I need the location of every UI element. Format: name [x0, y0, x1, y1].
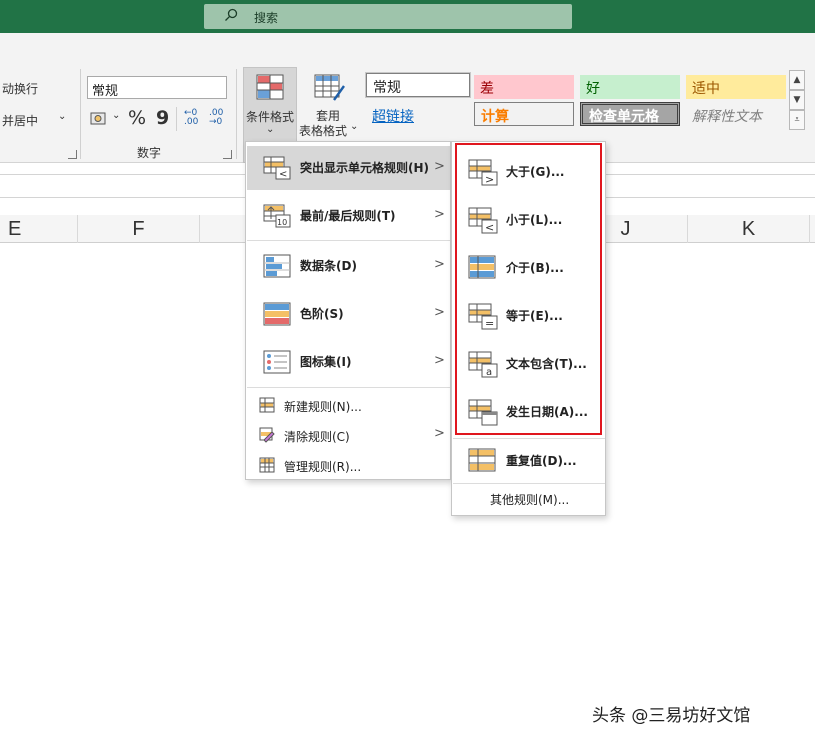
- chevron-right-icon: >: [434, 159, 445, 174]
- column-header-g[interactable]: [200, 215, 250, 243]
- submenu-item-more-rules[interactable]: 其他规则(M)...: [453, 485, 605, 515]
- style-hyperlink[interactable]: 超链接: [366, 103, 470, 127]
- style-normal[interactable]: 常规: [366, 73, 470, 97]
- menu-item-top-bottom-rules[interactable]: 10 最前/最后规则(T) >: [247, 194, 450, 238]
- format-as-table-label-2: 表格格式: [299, 124, 348, 138]
- chevron-right-icon: >: [434, 426, 445, 441]
- search-label: 搜索: [254, 11, 279, 25]
- column-header-k[interactable]: K: [688, 215, 810, 243]
- chevron-down-icon: ⌄: [350, 121, 359, 132]
- duplicate-values-icon: [468, 448, 496, 472]
- search-icon: [225, 8, 238, 21]
- manage-rules-icon: [259, 457, 275, 473]
- watermark: 头条 @三易坊好文馆: [592, 706, 751, 726]
- menu-item-label: 清除规则(C): [284, 430, 350, 444]
- percent-style-button[interactable]: %: [128, 107, 146, 129]
- style-good[interactable]: 好: [580, 75, 680, 99]
- increase-decimal-button[interactable]: ←0 .00: [184, 109, 204, 127]
- chevron-right-icon: >: [434, 207, 445, 222]
- column-header-e[interactable]: E: [0, 215, 78, 243]
- chevron-down-icon: ⌄: [266, 124, 275, 135]
- menu-item-label: 色阶(S): [300, 307, 344, 321]
- menu-item-label: 管理规则(R)...: [284, 460, 362, 474]
- svg-text:<: <: [279, 169, 287, 180]
- menu-item-manage-rules[interactable]: 管理规则(R)...: [247, 450, 450, 480]
- alignment-launcher-icon[interactable]: [68, 150, 77, 159]
- menu-item-label: 最前/最后规则(T): [300, 209, 396, 223]
- chevron-down-icon[interactable]: ⌄: [58, 111, 66, 122]
- wrap-text-button[interactable]: 动换行: [2, 80, 38, 97]
- separator: [236, 69, 237, 159]
- number-group-label: 数字: [137, 146, 162, 160]
- new-rule-icon: [259, 397, 275, 413]
- menu-item-label: 突出显示单元格规则(H): [300, 161, 430, 175]
- chevron-right-icon: >: [434, 353, 445, 368]
- gallery-down-icon[interactable]: ▼: [789, 90, 805, 110]
- comma-style-button[interactable]: 9: [156, 107, 169, 129]
- highlight-annotation-box: [455, 143, 602, 435]
- menu-item-highlight-rules[interactable]: < 突出显示单元格规则(H) >: [247, 146, 450, 190]
- menu-item-clear-rules[interactable]: 清除规则(C) >: [247, 420, 450, 450]
- menu-divider: [247, 387, 450, 388]
- submenu-item-label: 重复值(D)...: [506, 454, 577, 468]
- accounting-format-icon[interactable]: [90, 110, 108, 128]
- style-check-cell[interactable]: 检查单元格: [580, 102, 680, 126]
- conditional-formatting-label: 条件格式: [246, 110, 295, 124]
- menu-divider: [247, 240, 450, 241]
- menu-item-icon-sets[interactable]: 图标集(I) >: [247, 340, 450, 384]
- number-launcher-icon[interactable]: [223, 150, 232, 159]
- separator: [80, 69, 81, 159]
- title-bar: 搜索: [0, 0, 815, 33]
- chevron-right-icon: >: [434, 305, 445, 320]
- chevron-down-icon: ⌄: [92, 81, 101, 92]
- menu-item-data-bars[interactable]: 数据条(D) >: [247, 244, 450, 288]
- style-neutral[interactable]: 适中: [686, 75, 786, 99]
- menu-divider: [453, 483, 605, 484]
- style-calculation[interactable]: 计算: [474, 102, 574, 126]
- chevron-right-icon: >: [434, 257, 445, 272]
- conditional-formatting-icon: [256, 74, 284, 100]
- menu-item-label: 新建规则(N)...: [284, 400, 362, 414]
- decrease-decimal-button[interactable]: .00 →0: [209, 109, 229, 127]
- clear-rules-icon: [259, 427, 275, 443]
- number-format-select[interactable]: 常规 ⌄: [87, 76, 227, 99]
- menu-item-label: 图标集(I): [300, 355, 352, 369]
- submenu-item-duplicate-values[interactable]: 重复值(D)...: [453, 436, 605, 484]
- gallery-more-icon[interactable]: ⩡: [789, 110, 805, 130]
- separator: [176, 107, 177, 131]
- data-bars-icon: [263, 254, 291, 278]
- style-explanatory[interactable]: 解释性文本: [686, 103, 786, 127]
- style-bad[interactable]: 差: [474, 75, 574, 99]
- cell-styles-gallery: 常规 差 好 适中 超链接 计算 检查单元格 解释性文本: [362, 71, 804, 133]
- color-scales-icon: [263, 302, 291, 326]
- column-header-f[interactable]: F: [78, 215, 200, 243]
- menu-item-label: 数据条(D): [300, 259, 357, 273]
- format-as-table-icon: [314, 74, 345, 101]
- gallery-up-icon[interactable]: ▲: [789, 70, 805, 90]
- icon-sets-icon: [263, 350, 291, 374]
- merge-center-button[interactable]: 并居中: [2, 112, 38, 129]
- menu-item-color-scales[interactable]: 色阶(S) >: [247, 292, 450, 336]
- chevron-down-icon[interactable]: ⌄: [112, 110, 120, 121]
- search-box[interactable]: 搜索: [204, 4, 572, 29]
- highlight-rules-icon: <: [263, 156, 291, 180]
- menu-item-new-rule[interactable]: 新建规则(N)...: [247, 390, 450, 420]
- top-bottom-rules-icon: 10: [263, 204, 291, 228]
- conditional-formatting-menu: < 突出显示单元格规则(H) > 10 最前/最后规则(T) > 数据条(D) …: [245, 141, 451, 480]
- submenu-item-label: 其他规则(M)...: [490, 493, 570, 507]
- svg-text:10: 10: [277, 218, 287, 227]
